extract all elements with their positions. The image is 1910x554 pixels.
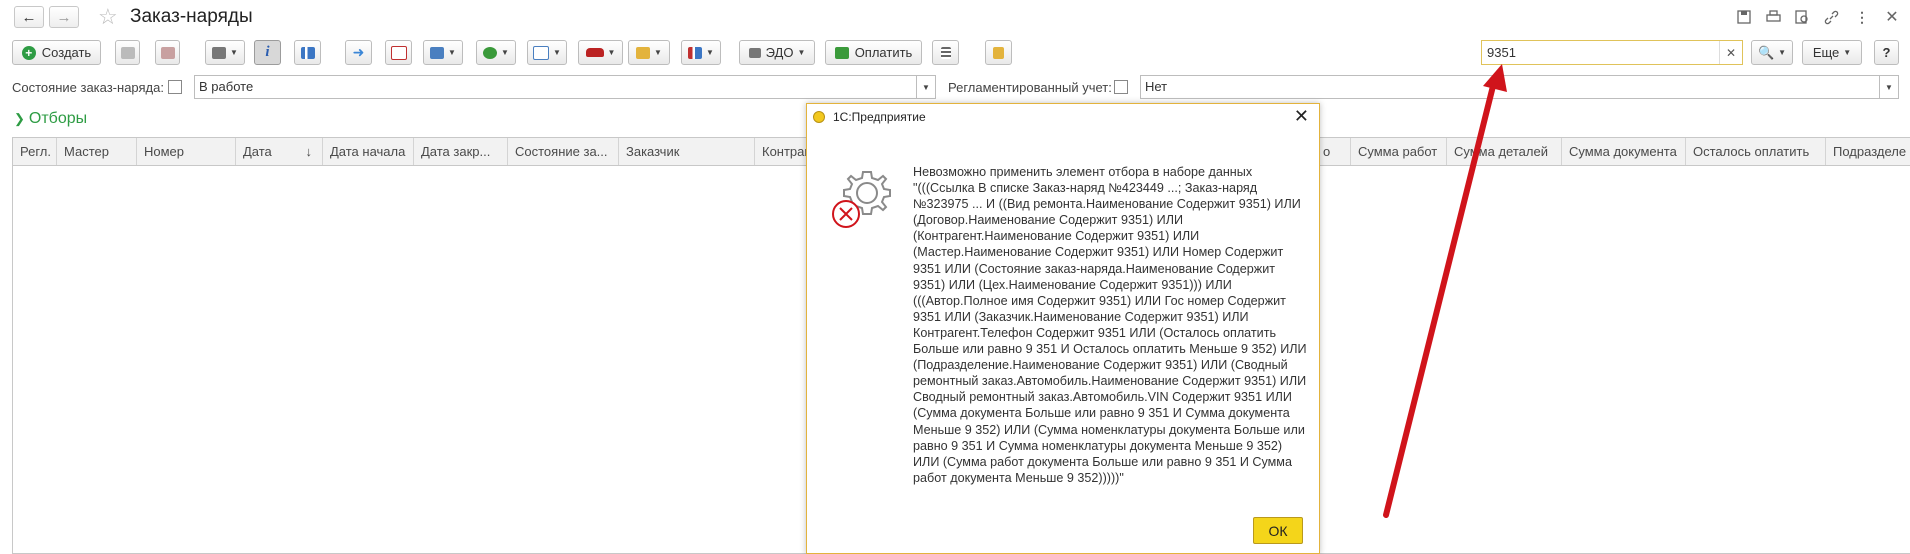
print-menu-button[interactable]: ▼ — [205, 40, 245, 65]
chevron-right-icon: ❯ — [14, 111, 25, 126]
lock-button[interactable] — [985, 40, 1012, 65]
link-icon[interactable] — [1821, 7, 1841, 27]
preview-icon[interactable] — [1792, 7, 1812, 27]
dialog-title: 1С:Предприятие — [833, 110, 926, 124]
dialog-title-bar: 1С:Предприятие ✕ — [807, 104, 1319, 130]
col-date-label: Дата — [243, 144, 272, 159]
col-document-sum[interactable]: Сумма документа — [1562, 138, 1686, 165]
col-date[interactable]: Дата ↓ — [236, 138, 323, 165]
col-start-date[interactable]: Дата начала — [323, 138, 414, 165]
page-title: Заказ-наряды — [130, 6, 253, 27]
regl-filter-label: Регламентированный учет: — [948, 80, 1112, 95]
pay-icon — [834, 46, 849, 59]
chart-menu-button[interactable]: ▼ — [681, 40, 721, 65]
col-works-sum[interactable]: Сумма работ — [1351, 138, 1447, 165]
edo-label: ЭДО — [765, 45, 794, 60]
error-gear-icon — [829, 169, 895, 231]
copy-icon — [120, 46, 135, 59]
clear-search-icon[interactable]: ✕ — [1719, 41, 1742, 64]
col-number[interactable]: Номер — [137, 138, 236, 165]
journal-button[interactable] — [932, 40, 959, 65]
pay-button[interactable]: Оплатить — [825, 40, 922, 65]
save-icon[interactable] — [1734, 7, 1754, 27]
delete-mark-icon — [160, 46, 175, 59]
plus-icon: + — [21, 45, 36, 60]
error-message: Невозможно применить элемент отбора в на… — [913, 165, 1307, 485]
regl-filter-field[interactable]: Нет — [1140, 75, 1892, 99]
info-button[interactable]: i — [254, 40, 281, 65]
document-icon — [533, 45, 550, 60]
more-button[interactable]: Еще ▼ — [1802, 40, 1862, 65]
help-icon: ? — [1882, 45, 1891, 60]
arrow-right-icon: → — [56, 8, 72, 26]
folder-menu-button[interactable]: ▼ — [628, 40, 670, 65]
car-menu-button[interactable]: ▼ — [578, 40, 623, 65]
printer-icon — [212, 46, 227, 59]
favorite-star-icon[interactable]: ☆ — [98, 4, 118, 30]
state-filter-dropdown[interactable]: ▼ — [916, 75, 936, 99]
import-icon — [430, 46, 445, 59]
close-window-icon[interactable]: ✕ — [1882, 7, 1902, 27]
create-button[interactable]: + Создать — [12, 40, 101, 65]
magnifier-icon: 🔍 — [1757, 44, 1775, 60]
users-icon — [483, 46, 498, 59]
search-field[interactable]: ✕ — [1481, 40, 1743, 65]
forward-button[interactable]: → — [49, 6, 79, 28]
state-filter-field[interactable]: В работе — [194, 75, 920, 99]
edo-menu-button[interactable]: ЭДО ▼ — [739, 40, 815, 65]
report-button[interactable] — [385, 40, 412, 65]
help-button[interactable]: ? — [1874, 40, 1899, 65]
import-menu-button[interactable]: ▼ — [423, 40, 463, 65]
sort-arrow-icon: ↓ — [305, 144, 313, 159]
car-icon — [585, 48, 604, 57]
col-close-date[interactable]: Дата закр... — [414, 138, 508, 165]
lock-icon — [993, 46, 1004, 59]
selections-label: Отборы — [28, 110, 88, 127]
journal-icon — [940, 46, 951, 59]
search-input[interactable] — [1482, 41, 1722, 64]
pay-label: Оплатить — [854, 45, 913, 60]
col-parts-sum[interactable]: Сумма деталей — [1447, 138, 1562, 165]
enter-on-basis-button[interactable]: ➜ — [345, 40, 372, 65]
info-icon: i — [265, 44, 270, 60]
search-options-button[interactable]: 🔍 ▼ — [1751, 40, 1793, 65]
create-label: Создать — [41, 45, 92, 60]
col-state[interactable]: Состояние за... — [508, 138, 619, 165]
state-filter-checkbox[interactable] — [168, 80, 182, 94]
dialog-close-icon[interactable]: ✕ — [1294, 106, 1309, 127]
col-remaining-payment[interactable]: Осталось оплатить — [1686, 138, 1826, 165]
regl-filter-dropdown[interactable]: ▼ — [1879, 75, 1899, 99]
back-button[interactable]: ← — [14, 6, 44, 28]
arrow-blue-icon: ➜ — [352, 44, 365, 60]
col-subdivision[interactable]: Подразделе — [1826, 138, 1910, 165]
app-logo-icon — [813, 111, 825, 123]
documents-menu-button[interactable]: ▼ — [527, 40, 567, 65]
selections-toggle[interactable]: ❯ Отборы — [14, 110, 87, 128]
folder-icon — [636, 46, 651, 59]
edo-icon — [748, 47, 761, 58]
state-filter-label: Состояние заказ-наряда: — [12, 80, 164, 95]
chart-icon — [688, 46, 703, 59]
col-regl[interactable]: Регл. — [13, 138, 57, 165]
delete-mark-button[interactable] — [155, 40, 180, 65]
copy-button[interactable] — [115, 40, 140, 65]
more-label: Еще — [1812, 45, 1840, 60]
arrow-left-icon: ← — [21, 8, 37, 26]
more-vertical-icon[interactable]: ⋮ — [1852, 7, 1872, 27]
report-icon — [390, 45, 407, 60]
regl-filter-checkbox[interactable] — [1114, 80, 1128, 94]
tree-icon — [300, 46, 315, 59]
structure-button[interactable] — [294, 40, 321, 65]
error-dialog: 1С:Предприятие ✕ Невозможно применить эл… — [806, 103, 1320, 554]
ok-button[interactable]: ОК — [1253, 517, 1303, 544]
print-icon[interactable] — [1763, 7, 1783, 27]
col-master[interactable]: Мастер — [57, 138, 137, 165]
users-menu-button[interactable]: ▼ — [476, 40, 516, 65]
ok-label: ОК — [1268, 522, 1288, 539]
col-hidden-fragment[interactable]: о — [1321, 138, 1351, 165]
col-customer[interactable]: Заказчик — [619, 138, 755, 165]
